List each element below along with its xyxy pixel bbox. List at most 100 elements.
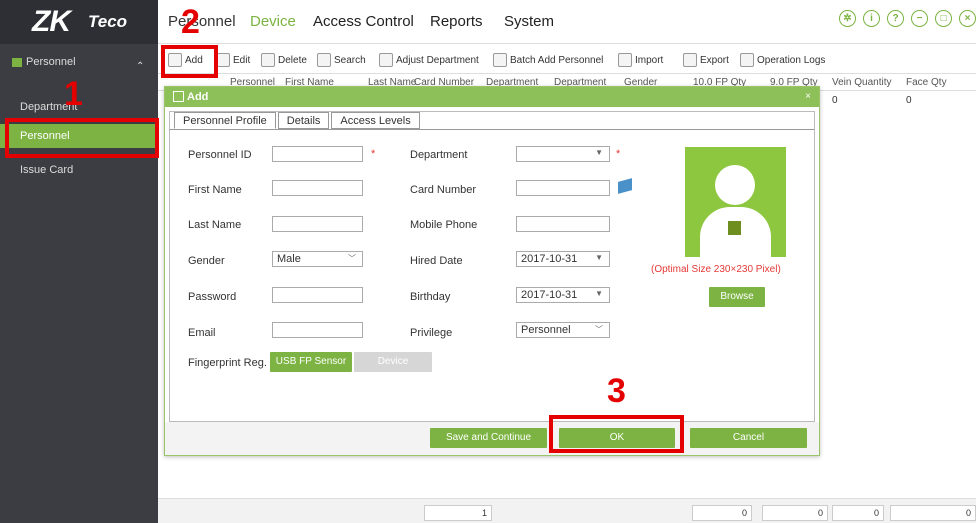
tab-personnel[interactable]: Personnel: [168, 13, 236, 30]
dialog-icon: [173, 91, 184, 102]
required-mark-department: *: [616, 148, 621, 160]
mobile-phone-label: Mobile Phone: [410, 219, 478, 231]
personnel-id-input[interactable]: [272, 146, 363, 162]
export-label: Export: [700, 54, 729, 66]
department-label: Department: [410, 149, 468, 161]
department-select[interactable]: ▼: [516, 146, 610, 162]
annotation-number-2: 2: [181, 3, 200, 41]
device-button[interactable]: Device: [354, 352, 432, 372]
bottom-bar: 1 0 0 0 0: [158, 498, 976, 523]
dropdown-arrow-icon: ▼: [595, 289, 603, 298]
total-face: 0: [890, 505, 976, 521]
help-icon[interactable]: ?: [887, 10, 904, 27]
sidebar-header-label: Personnel: [26, 56, 76, 68]
dialog-footer: Save and Continue OK Cancel: [165, 422, 819, 455]
operation-logs-label: Operation Logs: [757, 54, 826, 66]
delete-button[interactable]: Delete: [261, 53, 307, 67]
logo-sub: Teco: [88, 12, 128, 31]
mobile-phone-input[interactable]: [516, 216, 610, 232]
dropdown-arrow-icon: ▼: [595, 148, 603, 157]
birthday-label: Birthday: [410, 291, 451, 303]
cancel-button[interactable]: Cancel: [690, 428, 807, 448]
import-button[interactable]: Import: [618, 53, 663, 67]
tab-access-control[interactable]: Access Control: [313, 13, 414, 30]
password-input[interactable]: [272, 287, 363, 303]
annotation-box-1: [5, 118, 159, 158]
people-icon: [493, 53, 507, 67]
dialog-close-icon[interactable]: ×: [805, 91, 811, 102]
dropdown-arrow-icon: ▼: [595, 253, 603, 262]
adjust-department-button[interactable]: Adjust Department: [379, 53, 479, 67]
tab-reports[interactable]: Reports: [430, 13, 483, 30]
tab-device[interactable]: Device: [250, 13, 296, 30]
dialog-tabs: Personnel Profile Details Access Levels: [174, 112, 422, 130]
logs-icon: [740, 53, 754, 67]
edit-icon: [216, 53, 230, 67]
browse-button[interactable]: Browse: [709, 287, 765, 307]
card-number-input[interactable]: [516, 180, 610, 196]
birthday-input[interactable]: 2017-10-31 ▼: [516, 287, 610, 303]
operation-logs-button[interactable]: Operation Logs: [740, 53, 825, 67]
tab-details[interactable]: Details: [277, 112, 330, 129]
edit-label: Edit: [233, 54, 251, 66]
edit-button[interactable]: Edit: [216, 53, 250, 67]
gender-label: Gender: [188, 255, 225, 267]
maximize-icon[interactable]: □: [935, 10, 952, 27]
chevron-down-icon: ﹀: [348, 254, 356, 263]
birthday-value: 2017-10-31: [521, 289, 578, 301]
batch-add-button[interactable]: Batch Add Personnel: [493, 53, 603, 67]
people-icon: [379, 53, 393, 67]
avatar-head: [715, 165, 755, 205]
delete-icon: [261, 53, 275, 67]
search-icon: [317, 53, 331, 67]
hired-date-input[interactable]: 2017-10-31 ▼: [516, 251, 610, 267]
tab-access-levels[interactable]: Access Levels: [331, 112, 420, 129]
last-name-label: Last Name: [188, 219, 242, 231]
badge-icon: [728, 221, 741, 235]
sidebar-header[interactable]: Personnel ⌃: [0, 44, 158, 72]
annotation-number-3: 3: [607, 372, 626, 410]
usb-fp-sensor-button[interactable]: USB FP Sensor: [270, 352, 352, 372]
total-vein: 0: [832, 505, 884, 521]
info-icon[interactable]: i: [863, 10, 880, 27]
import-label: Import: [635, 54, 664, 66]
close-icon[interactable]: ×: [959, 10, 976, 27]
app-window: ZK Teco Personnel Device Access Control …: [0, 0, 976, 523]
fingerprint-label: Fingerprint Reg.: [188, 357, 267, 369]
total-fp9: 0: [762, 505, 828, 521]
collapse-icon[interactable]: ⌃: [136, 61, 144, 72]
gender-select[interactable]: Male ﹀: [272, 251, 363, 267]
password-label: Password: [188, 291, 237, 303]
col-vein[interactable]: Vein Quantity: [832, 77, 891, 88]
privilege-label: Privilege: [410, 327, 453, 339]
adjust-department-label: Adjust Department: [396, 54, 479, 66]
tab-system[interactable]: System: [504, 13, 554, 30]
settings-icon[interactable]: ✲: [839, 10, 856, 27]
top-icons: ✲ i ? − □ ×: [839, 10, 976, 27]
top-nav: Personnel Device Access Control Reports …: [158, 0, 976, 44]
first-name-input[interactable]: [272, 180, 363, 196]
delete-label: Delete: [278, 54, 307, 66]
save-and-continue-button[interactable]: Save and Continue: [430, 428, 547, 448]
sidebar-item-issue-card[interactable]: Issue Card: [0, 164, 158, 176]
toolbar: Add Edit Delete Search Adjust Department…: [158, 44, 976, 74]
cell-face: 0: [906, 95, 912, 106]
privilege-select[interactable]: Personnel ﹀: [516, 322, 610, 338]
email-input[interactable]: [272, 322, 363, 338]
card-number-label: Card Number: [410, 184, 477, 196]
page-number[interactable]: 1: [424, 505, 492, 521]
logo-main: ZK: [32, 5, 71, 38]
card-reader-icon[interactable]: [618, 178, 632, 194]
sidebar: Personnel ⌃ Department Personnel Issue C…: [0, 44, 158, 523]
export-icon: [683, 53, 697, 67]
personnel-id-label: Personnel ID: [188, 149, 252, 161]
dialog-body: Personnel Profile Details Access Levels …: [169, 111, 815, 422]
minimize-icon[interactable]: −: [911, 10, 928, 27]
export-button[interactable]: Export: [683, 53, 729, 67]
avatar-placeholder: [685, 147, 786, 257]
col-face[interactable]: Face Qty: [906, 77, 947, 88]
search-button[interactable]: Search: [317, 53, 366, 67]
last-name-input[interactable]: [272, 216, 363, 232]
email-label: Email: [188, 327, 216, 339]
tab-personnel-profile[interactable]: Personnel Profile: [174, 112, 276, 129]
